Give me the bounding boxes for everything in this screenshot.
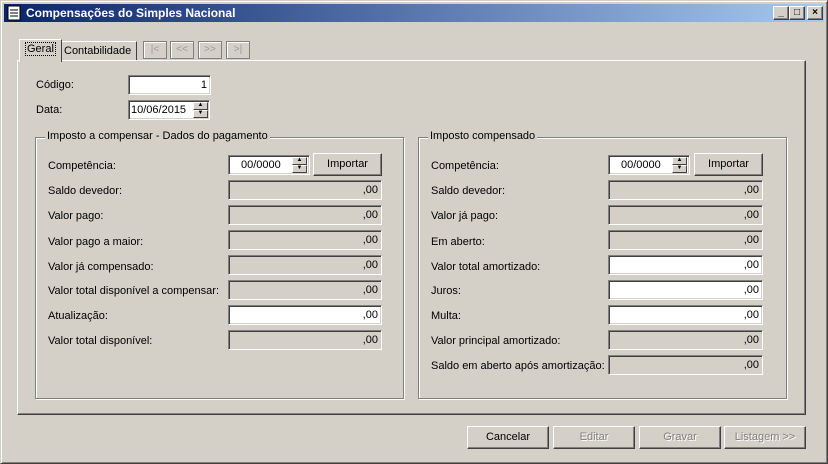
left-valor-total-disponivel-field: ,00: [228, 330, 382, 350]
edit-button[interactable]: Editar: [553, 426, 635, 449]
right-multa-field[interactable]: ,00: [608, 305, 763, 325]
tab-contabilidade[interactable]: Contabilidade: [58, 41, 138, 60]
right-juros-field[interactable]: ,00: [608, 280, 763, 300]
imposto-a-compensar-title: Imposto a compensar - Dados do pagamento: [45, 130, 270, 142]
left-valor-pago-maior-label: Valor pago a maior:: [48, 236, 144, 248]
data-spinner[interactable]: ▲ ▼: [193, 102, 208, 118]
left-competencia-spinner[interactable]: ▲ ▼: [292, 157, 307, 173]
left-importar-button[interactable]: Importar: [313, 153, 382, 176]
left-valor-pago-maior-field: ,00: [228, 230, 382, 250]
right-valor-total-amortizado-field[interactable]: ,00: [608, 255, 763, 275]
codigo-label: Código:: [36, 79, 74, 91]
spin-up-icon[interactable]: ▲: [672, 157, 687, 165]
data-field[interactable]: 10/06/2015 ▲ ▼: [128, 100, 210, 120]
right-competencia-label: Competência:: [431, 160, 499, 172]
left-valor-ja-compensado-field: ,00: [228, 255, 382, 275]
title-bar: Compensações do Simples Nacional _ □ ×: [4, 4, 824, 22]
main-window: Compensações do Simples Nacional _ □ × G…: [0, 0, 828, 464]
next-record-button[interactable]: >>: [198, 41, 222, 59]
cancel-button[interactable]: Cancelar: [467, 426, 549, 449]
right-multa-label: Multa:: [431, 310, 461, 322]
left-valor-pago-field: ,00: [228, 205, 382, 225]
left-valor-pago-label: Valor pago:: [48, 210, 104, 222]
spin-up-icon[interactable]: ▲: [292, 157, 307, 165]
last-record-button[interactable]: >|: [226, 41, 250, 59]
spin-up-icon[interactable]: ▲: [193, 102, 208, 110]
codigo-field[interactable]: 1: [128, 75, 211, 95]
spin-down-icon[interactable]: ▼: [292, 165, 307, 173]
previous-record-button[interactable]: <<: [170, 41, 194, 59]
right-valor-total-amortizado-label: Valor total amortizado:: [431, 261, 541, 273]
save-button[interactable]: Gravar: [639, 426, 721, 449]
left-competencia-label: Competência:: [48, 160, 116, 172]
right-saldo-em-aberto-apos-field: ,00: [608, 355, 763, 375]
imposto-compensado-title: Imposto compensado: [428, 130, 538, 142]
right-importar-button[interactable]: Importar: [694, 153, 763, 176]
right-valor-principal-amortizado-field: ,00: [608, 330, 763, 350]
right-saldo-em-aberto-apos-label: Saldo em aberto após amortização:: [431, 360, 605, 372]
right-valor-ja-pago-field: ,00: [608, 205, 763, 225]
close-button[interactable]: ×: [807, 6, 823, 20]
maximize-button[interactable]: □: [789, 6, 805, 20]
right-saldo-devedor-field: ,00: [608, 180, 763, 200]
right-valor-principal-amortizado-label: Valor principal amortizado:: [431, 335, 561, 347]
left-saldo-devedor-field: ,00: [228, 180, 382, 200]
tab-contabilidade-label: Contabilidade: [64, 45, 132, 57]
spin-down-icon[interactable]: ▼: [672, 165, 687, 173]
right-competencia-spinner[interactable]: ▲ ▼: [672, 157, 687, 173]
left-atualizacao-label: Atualização:: [48, 310, 108, 322]
right-em-aberto-field: ,00: [608, 230, 763, 250]
right-competencia-field[interactable]: 00/0000 ▲ ▼: [608, 155, 690, 175]
left-atualizacao-field[interactable]: ,00: [228, 305, 382, 325]
left-saldo-devedor-label: Saldo devedor:: [48, 185, 122, 197]
left-valor-total-disponivel-compensar-field: ,00: [228, 280, 382, 300]
left-valor-total-disponivel-label: Valor total disponível:: [48, 335, 153, 347]
document-icon: [7, 5, 21, 21]
window-title: Compensações do Simples Nacional: [26, 6, 236, 20]
right-juros-label: Juros:: [431, 285, 461, 297]
right-saldo-devedor-label: Saldo devedor:: [431, 185, 505, 197]
left-valor-total-disponivel-compensar-label: Valor total disponível a compensar:: [48, 285, 219, 297]
right-em-aberto-label: Em aberto:: [431, 236, 485, 248]
list-button[interactable]: Listagem >>: [724, 426, 806, 449]
right-valor-ja-pago-label: Valor já pago:: [431, 210, 499, 222]
first-record-button[interactable]: |<: [143, 41, 167, 59]
data-label: Data:: [36, 104, 63, 116]
tab-geral-label: Geral: [25, 42, 56, 56]
tab-geral[interactable]: Geral: [19, 39, 62, 62]
left-valor-ja-compensado-label: Valor já compensado:: [48, 261, 154, 273]
spin-down-icon[interactable]: ▼: [193, 110, 208, 118]
minimize-button[interactable]: _: [773, 6, 789, 20]
left-competencia-field[interactable]: 00/0000 ▲ ▼: [228, 155, 310, 175]
